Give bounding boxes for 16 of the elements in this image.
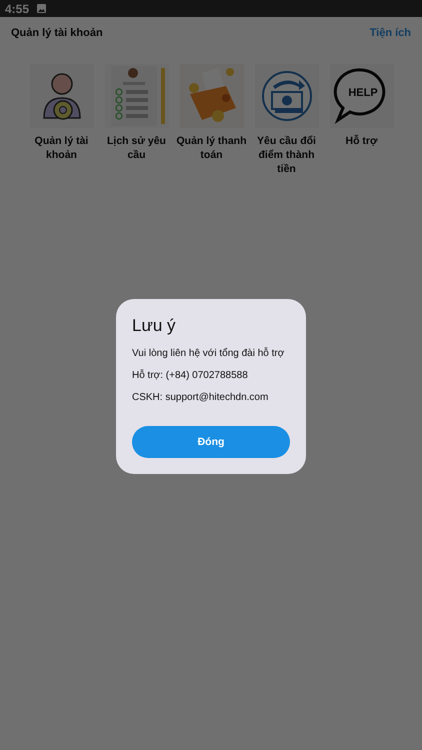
tile-label[interactable]: Yêu cầu đổi điểm thành tiền (252, 134, 322, 176)
dialog-text: Hỗ trợ: (+84) 0702788588 (132, 370, 249, 381)
tile-label[interactable]: Hỗ trợ (326, 134, 396, 148)
image-icon (37, 4, 46, 13)
help-text: HELP (348, 87, 378, 99)
tile-label[interactable]: Lịch sử yêu cầu (102, 134, 172, 162)
utilities-link[interactable]: Tiện ích (370, 27, 411, 39)
tile-label[interactable]: Quản lý tài khoản (26, 134, 96, 162)
dialog-text: Vui lòng liên hệ với tổng đài hỗ trợ (132, 348, 286, 359)
wallet-icon (180, 64, 244, 128)
tile-label[interactable]: Quản lý thanh toán (176, 134, 246, 162)
close-button[interactable]: Đóng (132, 426, 290, 458)
dialog-title: Lưu ý (132, 316, 177, 336)
dialog-text: CSKH: support@hitechdn.com (132, 392, 270, 403)
page-title: Quản lý tài khoản (11, 27, 103, 39)
status-time: 4:55 (5, 2, 30, 16)
